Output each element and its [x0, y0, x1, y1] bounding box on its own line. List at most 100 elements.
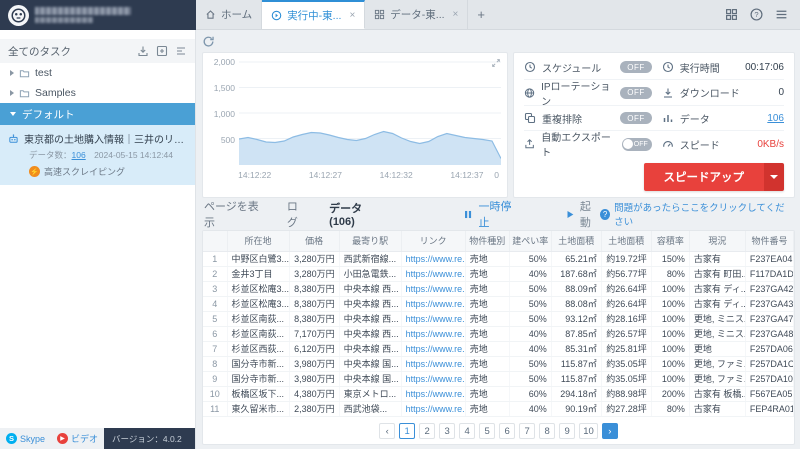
table-row[interactable]: 8 国分寺市新... 3,980万円 中央本線 国... https://www.re.… [203, 356, 794, 372]
table-row[interactable]: 4 杉並区松庵3... 8,380万円 中央本線 西... https://www.re… [203, 296, 794, 312]
table-row[interactable]: 9 国分寺市新... 3,980万円 中央本線 国... https://www.re.… [203, 371, 794, 387]
cell-link[interactable]: https://www.re... [401, 296, 466, 312]
cell: 約35.05坪 [601, 356, 652, 372]
video-link[interactable]: ▶ ビデオ [51, 428, 104, 449]
tab-show-page[interactable]: ページを表示 [204, 198, 265, 230]
page-button[interactable]: 6 [499, 423, 516, 439]
table-row[interactable]: 1 中野区白鷺3... 3,280万円 西武新宿線... https://www.re.… [203, 251, 794, 267]
start-button[interactable]: 起動 [565, 198, 600, 230]
table-row[interactable]: 10 板橋区坂下... 4,380万円 東京メトロ... https://www.re.… [203, 386, 794, 402]
skype-link[interactable]: S Skype [0, 428, 51, 449]
cell-link[interactable]: https://www.re... [401, 281, 466, 297]
page-button[interactable]: 1 [399, 423, 416, 439]
deduplicate-icon [524, 112, 536, 124]
page-button[interactable]: 5 [479, 423, 496, 439]
data-grid-icon [375, 9, 385, 20]
cell: 187.68㎡ [551, 266, 602, 282]
table-row[interactable]: 3 杉並区松庵3... 8,380万円 中央本線 西... https://www.re… [203, 281, 794, 297]
cell-link[interactable]: https://www.re... [401, 326, 466, 342]
prev-page-button[interactable]: ‹ [379, 423, 396, 439]
data-count-link[interactable]: 106 [767, 113, 784, 124]
cell-link[interactable]: https://www.re... [401, 341, 466, 357]
cell: 100% [651, 356, 690, 372]
dedup-off-badge[interactable]: OFF [620, 112, 652, 124]
cell: 115.87㎡ [551, 356, 602, 372]
sidebar-task-selected[interactable]: 東京都の土地購入情報｜三井のリハウス・ス... データ数：106 2024-05… [0, 125, 195, 185]
next-page-button[interactable]: › [601, 423, 618, 439]
help-link[interactable]: ? 問題があったらここをクリックしてください [600, 200, 793, 228]
table-row[interactable]: 11 東久留米市... 2,380万円 西武池袋... https://www.re..… [203, 401, 794, 417]
sidebar-folder-test[interactable]: test [0, 63, 195, 83]
sidebar-footer: S Skype ▶ ビデオ バージョン：4.0.2 [0, 428, 195, 449]
column-header[interactable]: 最寄り駅 [339, 231, 402, 252]
cell: 3,280万円 [289, 251, 340, 267]
auto-export-toggle[interactable]: OFF [621, 137, 652, 151]
page-button[interactable]: 8 [539, 423, 556, 439]
tab-data[interactable]: データ-東... × [365, 0, 469, 29]
data-table-panel: 所在地 価格 最寄り駅 リンク 物件種別 建ぺい率 土地面積 土地面積 容積率 現況 物件番号 1中… [202, 230, 795, 445]
cell-link[interactable]: https://www.re... [401, 401, 466, 417]
column-header[interactable]: リンク [401, 231, 466, 252]
cell-link[interactable]: https://www.re... [401, 266, 466, 282]
pause-button[interactable]: 一時停止 [463, 198, 518, 230]
running-icon [271, 10, 282, 20]
column-header[interactable]: 現況 [689, 231, 746, 252]
menu-icon[interactable] [775, 8, 788, 21]
tab-data-106[interactable]: データ(106) [329, 200, 383, 228]
cell-link[interactable]: https://www.re... [401, 386, 466, 402]
cell: 約26.64坪 [601, 281, 652, 297]
sidebar-group-default[interactable]: デフォルト [0, 103, 195, 125]
svg-text:?: ? [754, 10, 758, 19]
row-number: 1 [203, 251, 228, 267]
column-header[interactable]: 価格 [289, 231, 340, 252]
speed-mode-label: 高速スクレイピング [44, 167, 126, 177]
table-row[interactable]: 7 杉並区西荻... 6,120万円 中央本線 西... https://www.re.… [203, 341, 794, 357]
cell: 約27.28坪 [601, 401, 652, 417]
speed-up-button[interactable]: スピードアップ [643, 163, 784, 191]
column-header[interactable]: 物件番号 [745, 231, 794, 252]
page-button[interactable]: 3 [439, 423, 456, 439]
column-header[interactable]: 土地面積 [551, 231, 602, 252]
tab-home[interactable]: ホーム [196, 0, 263, 29]
cell-link[interactable]: https://www.re... [401, 356, 466, 372]
speed-up-dropdown[interactable] [764, 163, 784, 191]
apps-grid-icon[interactable] [725, 8, 738, 21]
close-tab-icon[interactable]: × [453, 9, 459, 20]
cell: 150% [651, 251, 690, 267]
status-row-ip-rotation: IPローテーション OFF ダウンロード 0 [524, 80, 784, 108]
page-button[interactable]: 10 [579, 423, 598, 439]
page-button[interactable]: 9 [559, 423, 576, 439]
cell-link[interactable]: https://www.re... [401, 371, 466, 387]
cell-link[interactable]: https://www.re... [401, 251, 466, 267]
page-button[interactable]: 2 [419, 423, 436, 439]
close-tab-icon[interactable]: × [349, 10, 355, 21]
new-tab-button[interactable]: + [468, 0, 494, 29]
column-header[interactable] [203, 231, 228, 252]
column-header[interactable]: 物件種別 [465, 231, 510, 252]
schedule-off-badge[interactable]: OFF [620, 61, 652, 73]
page-button[interactable]: 4 [459, 423, 476, 439]
column-header[interactable]: 土地面積 [601, 231, 652, 252]
tab-running-task[interactable]: 実行中-東... × [262, 0, 366, 29]
table-row[interactable]: 6 杉並区南荻... 7,170万円 中央本線 西... https://www.re.… [203, 326, 794, 342]
chevron-right-icon [10, 90, 14, 96]
table-row[interactable]: 2 金井3丁目 3,280万円 小田急電鉄... https://www.re... 売地… [203, 266, 794, 282]
column-header[interactable]: 所在地 [227, 231, 290, 252]
help-icon[interactable]: ? [750, 8, 763, 21]
expand-chart-icon[interactable] [491, 58, 501, 68]
import-task-icon[interactable] [137, 45, 149, 57]
sidebar-folder-samples[interactable]: Samples [0, 83, 195, 103]
tab-log[interactable]: ログ [287, 198, 307, 230]
cell: 8,380万円 [289, 296, 340, 312]
new-task-icon[interactable] [156, 45, 168, 57]
table-row[interactable]: 5 杉並区南荻... 8,380万円 中央本線 西... https://www.re.… [203, 311, 794, 327]
column-header[interactable]: 容積率 [651, 231, 690, 252]
column-header[interactable]: 建ぺい率 [509, 231, 552, 252]
data-count-value[interactable]: 106 [72, 150, 86, 160]
cell: 売地 [465, 266, 510, 282]
page-button[interactable]: 7 [519, 423, 536, 439]
collapse-list-icon[interactable] [175, 45, 187, 57]
cell-link[interactable]: https://www.re... [401, 311, 466, 327]
ip-rotation-off-badge[interactable]: OFF [620, 86, 652, 99]
refresh-icon[interactable] [202, 35, 215, 48]
